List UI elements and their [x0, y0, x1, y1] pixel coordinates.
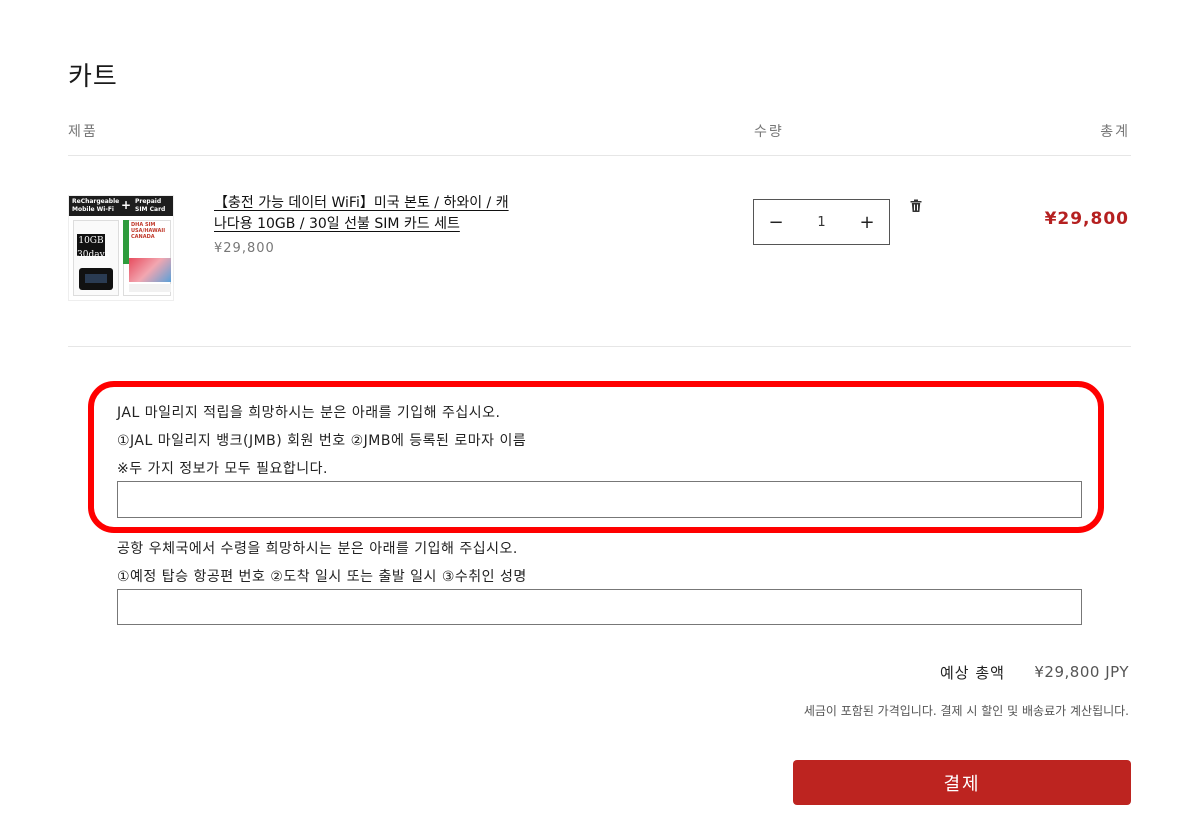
estimated-total-value: ¥29,800 JPY	[1034, 663, 1129, 681]
column-header-product: 제품	[68, 124, 98, 140]
jal-note-line-1: JAL 마일리지 적립을 희망하시는 분은 아래를 기입해 주십시오.	[117, 405, 501, 421]
divider-bottom	[68, 346, 1131, 347]
line-total: ¥29,800	[1044, 209, 1129, 229]
decrement-button[interactable]: −	[768, 212, 784, 233]
thumbnail-banner-right-text: Prepaid SIM Card	[135, 198, 166, 213]
airport-note-line-1: 공항 우체국에서 수령을 희망하시는 분은 아래를 기입해 주십시오.	[117, 541, 518, 557]
thumbnail-gb-label: 10GB 30days	[77, 234, 110, 260]
column-header-total: 총계	[1100, 124, 1130, 140]
thumbnail-card-photo	[129, 258, 171, 282]
thumbnail-wifi-device	[79, 268, 113, 290]
divider-top	[68, 155, 1131, 156]
jal-mileage-input[interactable]	[117, 481, 1082, 518]
product-title-link[interactable]: 【충전 가능 데이터 WiFi】미국 본토 / 하와이 / 캐나다용 10GB …	[214, 193, 514, 235]
tax-note: 세금이 포함된 가격입니다. 결제 시 할인 및 배송료가 계산됩니다.	[803, 704, 1129, 718]
column-header-quantity: 수량	[754, 124, 784, 140]
increment-button[interactable]: +	[859, 212, 875, 233]
jal-note-line-2: ①JAL 마일리지 뱅크(JMB) 회원 번호 ②JMB에 등록된 로마자 이름	[117, 433, 527, 449]
estimated-total-label: 예상 총액	[940, 664, 1005, 682]
thumbnail-card-text: DHA SIM USA/HAWAII CANADA	[131, 222, 166, 240]
thumbnail-plus: +	[121, 198, 132, 212]
quantity-value[interactable]: 1	[817, 215, 825, 230]
checkout-button[interactable]: 결제	[793, 760, 1131, 805]
product-title: 【충전 가능 데이터 WiFi】미국 본토 / 하와이 / 캐나다용 10GB …	[214, 195, 509, 232]
page-title: 카트	[68, 62, 118, 92]
airport-note-line-2: ①예정 탑승 항공편 번호 ②도착 일시 또는 출발 일시 ③수취인 성명	[117, 569, 527, 585]
jal-note-line-3: ※두 가지 정보가 모두 필요합니다.	[117, 461, 328, 477]
thumbnail-card-footer	[129, 284, 171, 292]
product-unit-price: ¥29,800	[214, 241, 275, 256]
trash-icon[interactable]	[909, 199, 923, 213]
thumbnail-banner-left-text: ReChargeable Mobile Wi-Fi	[72, 198, 120, 213]
airport-pickup-input[interactable]	[117, 589, 1082, 625]
quantity-stepper[interactable]: − 1 +	[753, 199, 890, 245]
product-thumbnail[interactable]: ReChargeable Mobile Wi-Fi + Prepaid SIM …	[68, 195, 174, 301]
